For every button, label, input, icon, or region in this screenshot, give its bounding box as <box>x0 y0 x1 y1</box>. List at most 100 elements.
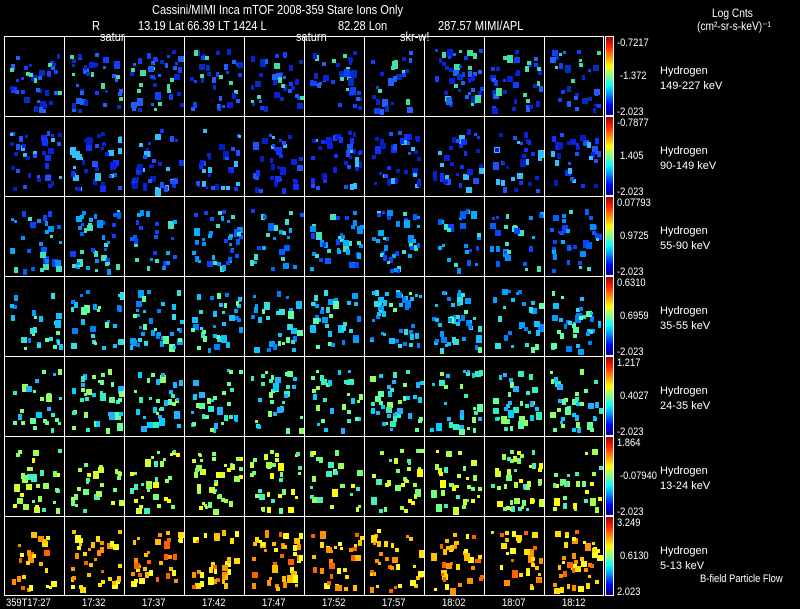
pixel <box>228 170 231 173</box>
pixel <box>573 503 577 509</box>
pixel <box>524 549 530 555</box>
pixel <box>259 494 265 500</box>
pixel <box>277 407 283 413</box>
pixel <box>557 384 563 390</box>
pixel <box>398 400 402 404</box>
pixel <box>445 66 449 70</box>
pixel <box>386 407 392 413</box>
pixel <box>212 457 216 461</box>
pixel <box>76 151 80 155</box>
image-panel <box>484 276 544 356</box>
pixel <box>117 423 123 431</box>
pixel <box>471 103 474 106</box>
pixel <box>58 133 62 137</box>
pixel <box>262 138 268 144</box>
pixel <box>159 418 165 426</box>
pixel <box>446 97 452 105</box>
pixel <box>92 393 96 397</box>
pixel <box>435 304 438 307</box>
pixel <box>469 249 472 252</box>
pixel <box>22 575 26 579</box>
pixel <box>355 161 359 167</box>
pixel <box>320 568 324 574</box>
pixel <box>238 73 242 77</box>
pixel <box>267 348 271 352</box>
pixel <box>373 542 376 545</box>
pixel <box>89 218 93 222</box>
pixel <box>36 484 40 488</box>
pixel <box>266 233 270 237</box>
pixel <box>520 159 526 167</box>
colorbar-max: 1.864 <box>617 437 641 449</box>
pixel <box>277 291 281 297</box>
pixel <box>84 463 88 467</box>
pixel <box>51 134 54 137</box>
pixel <box>254 261 257 264</box>
pixel <box>168 399 172 405</box>
pixel <box>323 398 327 402</box>
pixel <box>261 382 265 386</box>
pixel <box>47 131 50 136</box>
pixel <box>353 132 356 137</box>
pixel <box>213 85 216 90</box>
pixel <box>531 557 535 561</box>
pixel <box>191 411 194 414</box>
pixel <box>599 466 603 470</box>
pixel <box>456 495 460 499</box>
pixel <box>582 481 586 487</box>
pixel <box>441 490 445 496</box>
pixel <box>16 169 20 173</box>
pixel <box>80 91 84 95</box>
pixel <box>513 386 519 392</box>
pixel <box>449 422 453 428</box>
pixel <box>280 472 283 477</box>
pixel <box>525 66 529 72</box>
pixel <box>403 342 407 346</box>
pixel <box>537 67 541 71</box>
pixel <box>550 371 553 374</box>
pixel <box>289 65 293 71</box>
pixel <box>20 553 24 557</box>
pixel <box>143 324 147 330</box>
pixel <box>43 483 49 489</box>
pixel <box>478 347 482 353</box>
pixel <box>474 411 478 415</box>
pixel <box>80 215 84 219</box>
pixel <box>97 134 101 138</box>
pixel <box>219 144 225 150</box>
pixel <box>559 143 563 149</box>
image-panel <box>424 36 484 116</box>
pixel <box>417 243 420 248</box>
pixel <box>535 344 539 350</box>
pixel <box>399 329 403 333</box>
pixel <box>401 483 405 487</box>
pixel <box>219 96 222 101</box>
pixel <box>77 187 81 191</box>
pixel <box>334 546 337 549</box>
pixel <box>347 165 351 169</box>
pixel <box>430 428 434 432</box>
pixel <box>36 412 42 418</box>
pixel <box>157 451 160 454</box>
pixel <box>210 217 214 221</box>
pixel <box>459 144 463 148</box>
pixel <box>413 214 417 220</box>
pixel <box>101 132 105 136</box>
pixel <box>56 508 60 514</box>
pixel <box>300 416 303 419</box>
pixel <box>382 311 386 317</box>
pixel <box>324 428 328 432</box>
pixel <box>467 427 470 430</box>
pixel <box>13 187 17 191</box>
pixel <box>577 50 581 54</box>
pixel <box>406 396 410 400</box>
pixel <box>410 334 414 340</box>
pixel <box>173 255 177 259</box>
pixel <box>102 142 106 146</box>
pixel <box>80 294 83 297</box>
pixel <box>503 507 507 511</box>
pixel <box>576 146 580 150</box>
pixel <box>529 374 533 380</box>
pixel <box>466 209 469 214</box>
pixel <box>580 369 584 375</box>
